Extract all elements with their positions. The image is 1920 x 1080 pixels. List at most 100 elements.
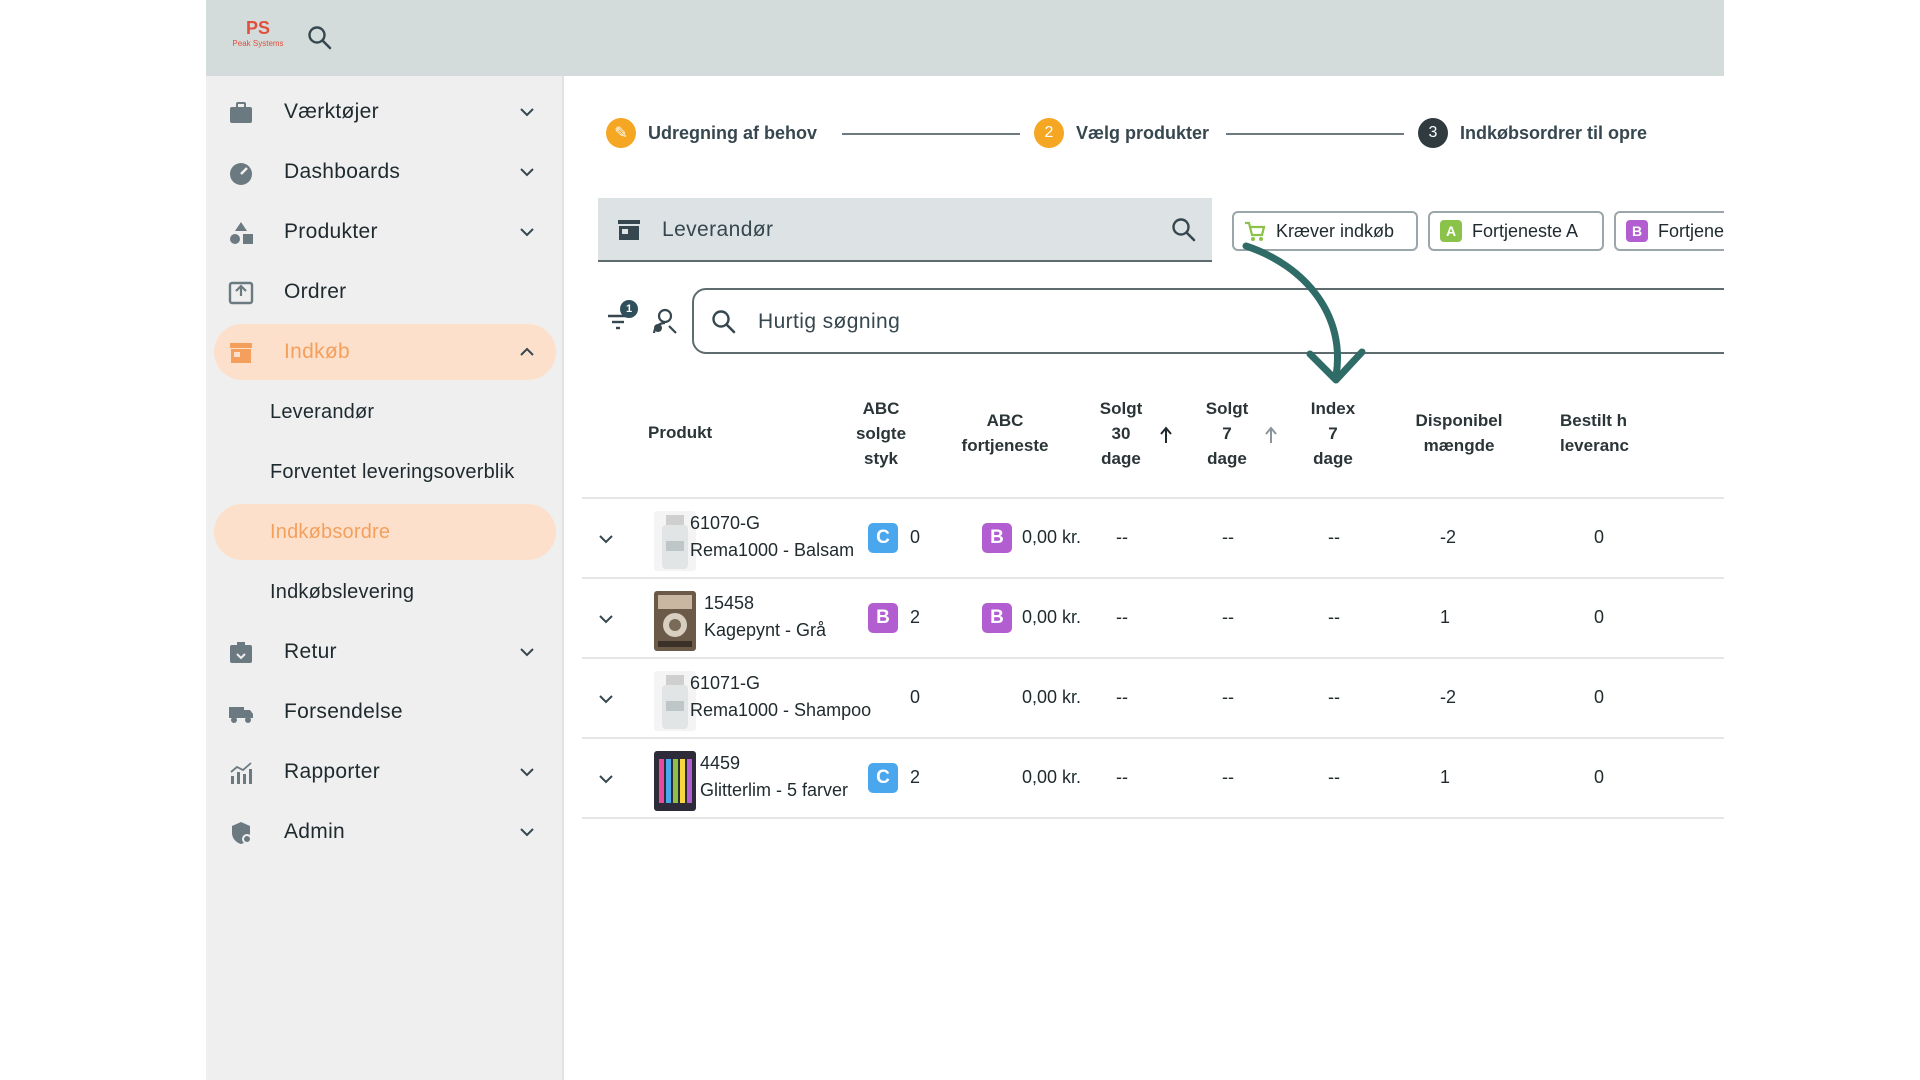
- header-line: leveranc: [1560, 436, 1629, 455]
- index-7-value: --: [1328, 607, 1340, 627]
- sidebar-item-produkter[interactable]: Produkter: [214, 204, 556, 260]
- available-qty: 1: [1440, 607, 1451, 627]
- toolbox-icon: [230, 102, 252, 123]
- table-row[interactable]: 15458 Kagepynt - Grå B 2 B 0,00 kr. -- -…: [582, 579, 1724, 659]
- column-header-solgt-7-dage[interactable]: Solgt 7 dage: [1196, 396, 1258, 471]
- sidebar-subitem-leverandoer[interactable]: Leverandør: [214, 384, 556, 440]
- sold-7-value: --: [1222, 607, 1234, 627]
- sidebar-item-dashboards[interactable]: Dashboards: [214, 144, 556, 200]
- sidebar-item-label: Retur: [284, 640, 337, 663]
- store-icon: [230, 343, 252, 363]
- sidebar-item-label: Dashboards: [284, 160, 401, 183]
- sort-ascending-icon[interactable]: [1264, 426, 1278, 444]
- chevron-down-icon: [520, 648, 534, 657]
- return-box-icon: [230, 642, 252, 663]
- quick-search-placeholder: Hurtig søgning: [758, 310, 901, 333]
- table-row[interactable]: 61071-G Rema1000 - Shampoo 0 0,00 kr. --…: [582, 659, 1724, 739]
- abc-badge: B: [982, 603, 1012, 633]
- chevron-down-icon[interactable]: [596, 689, 616, 709]
- gauge-icon: [230, 163, 252, 185]
- chevron-down-icon: [520, 768, 534, 777]
- chip-label: Fortjeneste A: [1472, 220, 1579, 241]
- chevron-down-icon[interactable]: [596, 769, 616, 789]
- search-icon: [712, 310, 736, 334]
- chip-label: Fortjene: [1658, 220, 1724, 241]
- abc-badge: B: [982, 523, 1012, 553]
- store-icon: [618, 220, 640, 240]
- step-vaelg-produkter[interactable]: 2 Vælg produkter: [1034, 118, 1209, 148]
- chevron-up-icon: [520, 347, 534, 356]
- chevron-down-icon: [520, 108, 534, 117]
- chevron-down-icon[interactable]: [596, 609, 616, 629]
- sidebar-subitem-forventet-leveringsoverblik[interactable]: Forventet leveringsoverblik: [214, 444, 556, 500]
- supplier-select[interactable]: Leverandør: [598, 198, 1212, 262]
- chevron-down-icon[interactable]: [596, 529, 616, 549]
- admin-shield-icon: [232, 822, 252, 844]
- column-header-bestilt-hos-leverandoer[interactable]: Bestilt h leveranc: [1560, 408, 1724, 458]
- column-header-disponibel-maengde[interactable]: Disponibel mængde: [1404, 408, 1514, 458]
- sold-qty: 0: [910, 527, 921, 547]
- table-row[interactable]: 61070-G Rema1000 - Balsam C 0 B 0,00 kr.…: [582, 499, 1724, 579]
- header-line: fortjeneste: [961, 436, 1049, 455]
- sidebar-item-admin[interactable]: Admin: [214, 804, 556, 860]
- search-icon[interactable]: [306, 24, 334, 52]
- sidebar-item-forsendelse[interactable]: Forsendelse: [214, 684, 556, 740]
- cart-icon: [1245, 221, 1266, 241]
- sold-30-value: --: [1116, 767, 1128, 787]
- chevron-down-icon: [520, 168, 534, 177]
- ordered-qty: 0: [1594, 767, 1605, 787]
- column-header-abc-solgte-styk[interactable]: ABC solgte styk: [836, 396, 926, 471]
- sold-qty: 2: [910, 767, 921, 787]
- person-search-icon[interactable]: [650, 306, 680, 336]
- chip-kraever-indkoeb[interactable]: Kræver indkøb: [1232, 211, 1418, 251]
- column-header-produkt[interactable]: Produkt: [648, 420, 712, 445]
- sidebar-subitem-label: Indkøbsordre: [270, 520, 391, 543]
- product-thumbnail: [654, 591, 696, 651]
- sidebar-subitem-indkoebslevering[interactable]: Indkøbslevering: [214, 564, 556, 620]
- product-code: 61070-G: [690, 513, 761, 533]
- sidebar-item-label: Ordrer: [284, 280, 347, 303]
- product-name: Glitterlim - 5 farver: [700, 780, 849, 800]
- product-name: Rema1000 - Shampoo: [690, 700, 872, 720]
- column-header-index-7-dage[interactable]: Index 7 dage: [1302, 396, 1364, 471]
- truck-icon: [229, 707, 253, 723]
- step-indkoebsordrer[interactable]: 3 Indkøbsordrer til opre: [1418, 118, 1647, 148]
- column-header-solgt-30-dage[interactable]: Solgt 30 dage: [1090, 396, 1152, 471]
- sidebar-item-label: Rapporter: [284, 760, 381, 783]
- step-number: 3: [1418, 118, 1448, 148]
- column-header-abc-fortjeneste[interactable]: ABC fortjeneste: [950, 408, 1060, 458]
- ordered-qty: 0: [1594, 527, 1605, 547]
- index-7-value: --: [1328, 687, 1340, 707]
- chevron-down-icon: [520, 228, 534, 237]
- step-connector: [1226, 133, 1404, 135]
- sidebar-item-ordrer[interactable]: Ordrer: [214, 264, 556, 320]
- header-line: styk: [863, 449, 899, 468]
- sold-7-value: --: [1222, 767, 1234, 787]
- sidebar-item-label: Produkter: [284, 220, 378, 243]
- table-row[interactable]: 4459 Glitterlim - 5 farver C 2 0,00 kr. …: [582, 739, 1724, 819]
- sidebar-item-retur[interactable]: Retur: [214, 624, 556, 680]
- pencil-icon: ✎: [606, 118, 636, 148]
- sold-7-value: --: [1222, 687, 1234, 707]
- product-name: Rema1000 - Balsam: [690, 540, 855, 560]
- header-line: Index: [1310, 399, 1356, 418]
- logo[interactable]: PS Peak Systems: [224, 18, 292, 58]
- sidebar-subitem-indkoebsordre[interactable]: Indkøbsordre: [214, 504, 556, 560]
- step-udregning-af-behov[interactable]: ✎ Udregning af behov: [606, 118, 817, 148]
- sort-ascending-icon[interactable]: [1159, 426, 1173, 444]
- search-icon[interactable]: [1170, 216, 1198, 244]
- header-line: 30: [1111, 424, 1131, 443]
- chip-fortjeneste-b[interactable]: B Fortjene: [1614, 211, 1724, 251]
- product-thumbnail: [654, 751, 696, 811]
- sidebar-item-vaerktoejer[interactable]: Værktøjer: [214, 84, 556, 140]
- header-line: dage: [1207, 449, 1247, 468]
- sold-qty: 0: [910, 687, 921, 707]
- profit-value: 0,00 kr.: [1022, 527, 1082, 547]
- quick-search-input[interactable]: Hurtig søgning: [692, 288, 1724, 354]
- top-bar: PS Peak Systems: [206, 0, 1724, 76]
- abc-badge: C: [868, 763, 898, 793]
- chip-fortjeneste-a[interactable]: A Fortjeneste A: [1428, 211, 1604, 251]
- sidebar-item-indkoeb[interactable]: Indkøb: [214, 324, 556, 380]
- product-code: 15458: [704, 593, 755, 613]
- sidebar-item-rapporter[interactable]: Rapporter: [214, 744, 556, 800]
